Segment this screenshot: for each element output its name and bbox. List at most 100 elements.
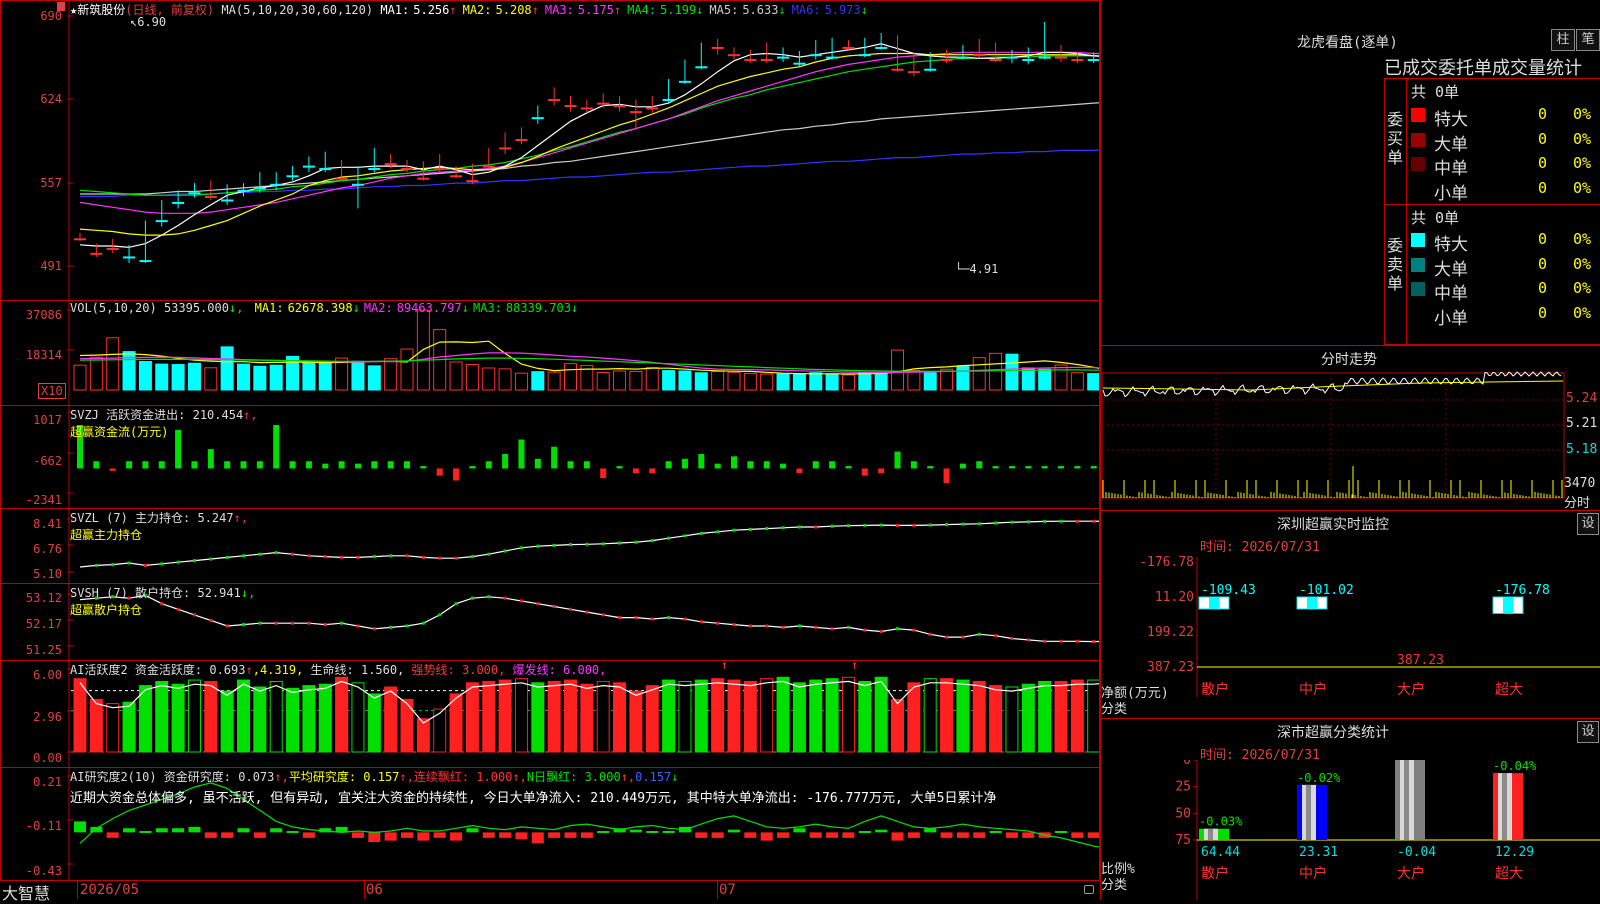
research-bar	[858, 831, 871, 833]
candle-body	[90, 252, 103, 255]
volume-bar	[809, 372, 823, 391]
svzl-dot	[994, 521, 998, 525]
svzj-value: 210.454	[192, 408, 244, 422]
volume-bar	[1038, 368, 1052, 391]
low-price-note: └─4.91	[955, 262, 999, 276]
flow-bar	[632, 468, 639, 474]
intraday-chart[interactable]	[1101, 368, 1600, 508]
svzl-value: 5.247	[197, 511, 234, 525]
ma-line-4	[79, 55, 1099, 196]
volume-bar	[465, 364, 479, 391]
volume-pane[interactable]	[0, 300, 1100, 406]
svsh-dot	[372, 627, 376, 631]
vol-axis-mid: 18314	[25, 348, 62, 362]
svzl-dot	[1026, 520, 1030, 524]
xaxis-tick-2	[717, 881, 718, 899]
svzl-dot	[192, 559, 196, 563]
research-bar	[106, 832, 119, 838]
menu-icon[interactable]	[57, 2, 65, 11]
sell-row-count-1: 0	[1538, 254, 1548, 273]
flow-bar	[354, 463, 361, 469]
sz-monitor-settings-button[interactable]: 设	[1577, 513, 1599, 535]
sell-row-name-1: 大单	[1434, 259, 1468, 280]
candle-body	[613, 105, 626, 108]
flow-bar	[485, 461, 492, 469]
research-bar	[989, 831, 1002, 833]
candle-body	[368, 168, 381, 171]
bar-mode-button[interactable]: 柱	[1551, 29, 1575, 51]
flow-bar	[600, 468, 607, 479]
svsh-dot	[1059, 639, 1063, 643]
activity-bar	[253, 686, 267, 753]
svzl-dot	[781, 526, 785, 530]
sell-row-pct-3: 0%	[1573, 303, 1592, 322]
buy-row-name-3: 小单	[1434, 183, 1468, 204]
activity-bar	[564, 679, 577, 753]
svsh-dot	[879, 630, 883, 634]
lock-icon[interactable]	[1084, 885, 1094, 894]
flow-bar	[387, 461, 394, 469]
svzl-dot	[732, 528, 736, 532]
svzl-dot	[945, 523, 949, 527]
szc-category-0: 散户	[1201, 865, 1229, 882]
activity-bar	[662, 679, 676, 753]
svsh-dot	[454, 602, 458, 606]
svzj-axis-high: 1017	[33, 413, 62, 427]
ma-line-5	[80, 102, 1099, 195]
szm-value-1: -101.02	[1299, 583, 1354, 598]
candle-body	[221, 199, 234, 202]
research-bar	[973, 832, 986, 838]
activity-bar	[825, 678, 839, 753]
sell-row-count-0: 0	[1538, 230, 1548, 248]
research-bar	[760, 832, 773, 841]
flow-bar	[959, 463, 966, 469]
stock-name[interactable]: 新筑股份	[77, 3, 125, 17]
candle-body	[989, 59, 1002, 62]
intra-vol-axis: 3470	[1564, 476, 1596, 491]
volume-bar	[384, 358, 398, 391]
vol-ma1-name: MA1:	[254, 301, 284, 315]
flow-bar	[796, 468, 803, 474]
flow-bar	[927, 466, 934, 469]
research-bar	[237, 828, 250, 833]
svzl-dot	[585, 542, 589, 546]
svsh-axis-low: 51.25	[25, 643, 62, 657]
szm-category-3: 超大	[1495, 682, 1523, 698]
research-bar	[842, 832, 855, 838]
activity-bar	[155, 680, 169, 753]
svzl-dot	[618, 541, 622, 545]
activity-bar	[711, 678, 725, 753]
szc-value-2: -0.04	[1397, 845, 1436, 860]
candle-body	[793, 62, 806, 65]
vol-ma2-arrow: ↓	[461, 301, 469, 315]
svsh-dot	[896, 627, 899, 631]
flow-bar	[404, 461, 410, 469]
main-chart-pane[interactable]	[0, 0, 1100, 301]
candle-body	[646, 107, 659, 110]
svsh-axis-high: 53.12	[25, 591, 62, 605]
price-axis-491: 491	[40, 259, 62, 273]
activity-bar	[841, 676, 855, 753]
szc-change-0: -0.03%	[1199, 815, 1243, 829]
volume-bar	[972, 357, 986, 391]
volume-bar	[171, 364, 185, 391]
candle-body	[335, 177, 348, 180]
szm-axis-2: 11.20	[1155, 590, 1194, 605]
svzl-dot	[470, 555, 474, 559]
svsh-dot	[242, 623, 245, 627]
sz-class-settings-button[interactable]: 设	[1577, 721, 1599, 743]
tick-mode-button[interactable]: 笔	[1576, 29, 1600, 51]
candlestick-chart[interactable]	[1, 1, 1099, 300]
svzl-dot	[1043, 519, 1047, 523]
svsh-dot	[634, 616, 638, 620]
ma6-value: 5.973	[824, 3, 861, 17]
candle-body	[417, 177, 430, 180]
candle-body	[711, 46, 724, 49]
dragon-title: 龙虎看盘(逐单)	[1297, 35, 1398, 51]
volume-chart[interactable]	[1, 301, 1099, 405]
flow-bar	[1041, 466, 1048, 469]
svsh-sub: 超赢散户持仓	[70, 603, 143, 617]
volume-bar	[155, 363, 169, 391]
svsh-dot	[209, 618, 213, 622]
volume-bar	[449, 361, 463, 391]
